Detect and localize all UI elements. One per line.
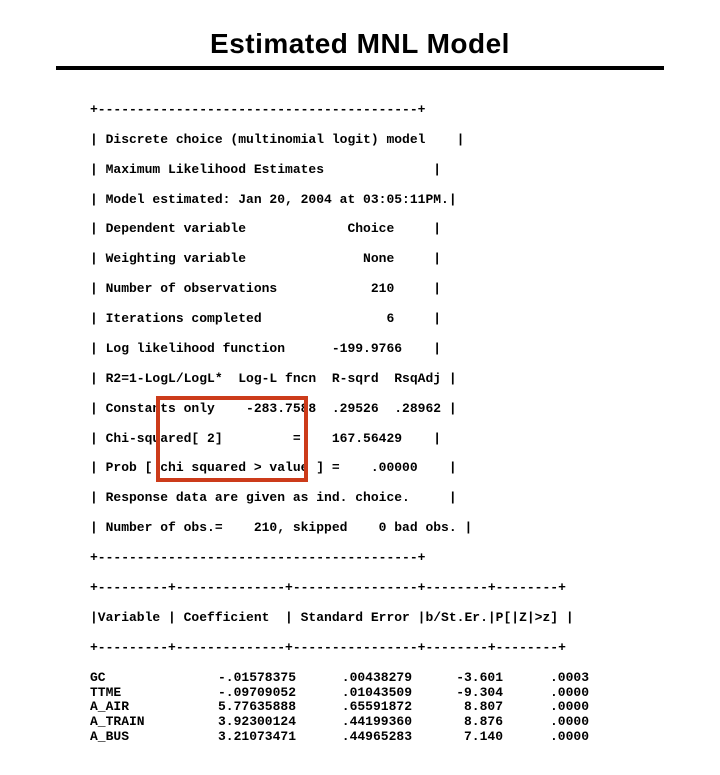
table-row: GC-.01578375.00438279-3.601.0003 xyxy=(90,671,595,686)
cell-var: TTME xyxy=(90,686,166,701)
cell-z: -9.304 xyxy=(418,686,509,701)
box-line: | Chi-squared[ 2] = 167.56429 | xyxy=(90,431,441,446)
box-line: | Response data are given as ind. choice… xyxy=(90,490,457,505)
box-border-bot: +---------------------------------------… xyxy=(90,550,425,565)
cell-p: .0000 xyxy=(509,715,595,730)
box-line: | Weighting variable None | xyxy=(90,251,441,266)
box-line: | Prob [ chi squared > value ] = .00000 … xyxy=(90,460,457,475)
cell-z: 8.876 xyxy=(418,715,509,730)
cell-var: A_TRAIN xyxy=(90,715,166,730)
box-line: | Dependent variable Choice | xyxy=(90,221,441,236)
cell-z: 8.807 xyxy=(418,700,509,715)
cell-p: .0003 xyxy=(509,671,595,686)
table-header: |Variable | Coefficient | Standard Error… xyxy=(90,610,574,625)
box-border-top: +---------------------------------------… xyxy=(90,102,425,117)
cell-p: .0000 xyxy=(509,700,595,715)
box-line: | Discrete choice (multinomial logit) mo… xyxy=(90,132,464,147)
table-row: A_AIR5.77635888.655918728.807.0000 xyxy=(90,700,595,715)
cell-se: .65591872 xyxy=(302,700,418,715)
box-line: | Constants only -283.7588 .29526 .28962… xyxy=(90,401,457,416)
cell-p: .0000 xyxy=(509,730,595,745)
table-row: A_BUS3.21073471.449652837.140.0000 xyxy=(90,730,595,745)
box-line: | R2=1-LogL/LogL* Log-L fncn R-sqrd RsqA… xyxy=(90,371,457,386)
cell-coef: -.09709052 xyxy=(166,686,302,701)
box-line: | Number of obs.= 210, skipped 0 bad obs… xyxy=(90,520,472,535)
output-block: +---------------------------------------… xyxy=(90,88,630,775)
page-title: Estimated MNL Model xyxy=(0,28,720,60)
cell-var: A_AIR xyxy=(90,700,166,715)
cell-coef: 3.21073471 xyxy=(166,730,302,745)
cell-p: .0000 xyxy=(509,686,595,701)
cell-coef: 5.77635888 xyxy=(166,700,302,715)
box-line: | Model estimated: Jan 20, 2004 at 03:05… xyxy=(90,192,457,207)
table-row: TTME-.09709052.01043509-9.304.0000 xyxy=(90,686,595,701)
cell-se: .01043509 xyxy=(302,686,418,701)
box-line: | Log likelihood function -199.9766 | xyxy=(90,341,441,356)
box-line: | Iterations completed 6 | xyxy=(90,311,441,326)
cell-se: .44965283 xyxy=(302,730,418,745)
cell-z: 7.140 xyxy=(418,730,509,745)
box-line: | Maximum Likelihood Estimates | xyxy=(90,162,441,177)
results-table: GC-.01578375.00438279-3.601.0003TTME-.09… xyxy=(90,671,595,746)
cell-coef: -.01578375 xyxy=(166,671,302,686)
table-row: A_TRAIN3.92300124.441993608.876.0000 xyxy=(90,715,595,730)
cell-var: GC xyxy=(90,671,166,686)
table-sep: +---------+--------------+--------------… xyxy=(90,640,566,655)
table-sep: +---------+--------------+--------------… xyxy=(90,580,566,595)
box-line: | Number of observations 210 | xyxy=(90,281,441,296)
cell-se: .00438279 xyxy=(302,671,418,686)
title-rule xyxy=(56,66,664,70)
cell-se: .44199360 xyxy=(302,715,418,730)
cell-z: -3.601 xyxy=(418,671,509,686)
cell-coef: 3.92300124 xyxy=(166,715,302,730)
cell-var: A_BUS xyxy=(90,730,166,745)
